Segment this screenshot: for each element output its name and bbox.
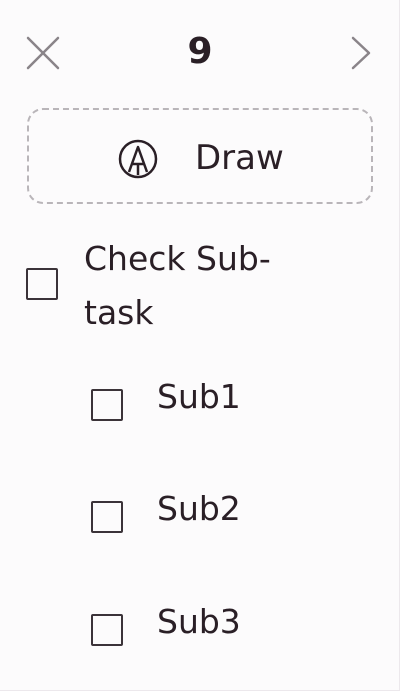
- subtask-checkbox-2[interactable]: [91, 501, 123, 533]
- main-task-label: Check Sub- task: [84, 232, 324, 340]
- close-icon: [26, 36, 60, 70]
- draw-label: Draw: [195, 138, 284, 178]
- subtask-label-1: Sub1: [157, 377, 241, 416]
- main-task-label-line2: task: [84, 293, 154, 332]
- main-task-label-line1: Check Sub-: [84, 239, 271, 278]
- subtask-checkbox-3[interactable]: [91, 614, 123, 646]
- next-button[interactable]: [344, 34, 378, 72]
- subtask-label-2: Sub2: [157, 489, 241, 528]
- main-task-checkbox[interactable]: [26, 268, 58, 300]
- subtask-label-3: Sub3: [157, 602, 241, 641]
- step-number: 9: [187, 31, 213, 72]
- chevron-right-icon: [351, 36, 371, 70]
- pencil-circle-icon: [118, 139, 158, 179]
- task-panel: 9 Draw Check Sub- task Sub1 Sub2 Sub3: [0, 0, 400, 691]
- subtask-checkbox-1[interactable]: [91, 389, 123, 421]
- draw-button[interactable]: Draw: [27, 108, 373, 204]
- close-button[interactable]: [24, 34, 62, 72]
